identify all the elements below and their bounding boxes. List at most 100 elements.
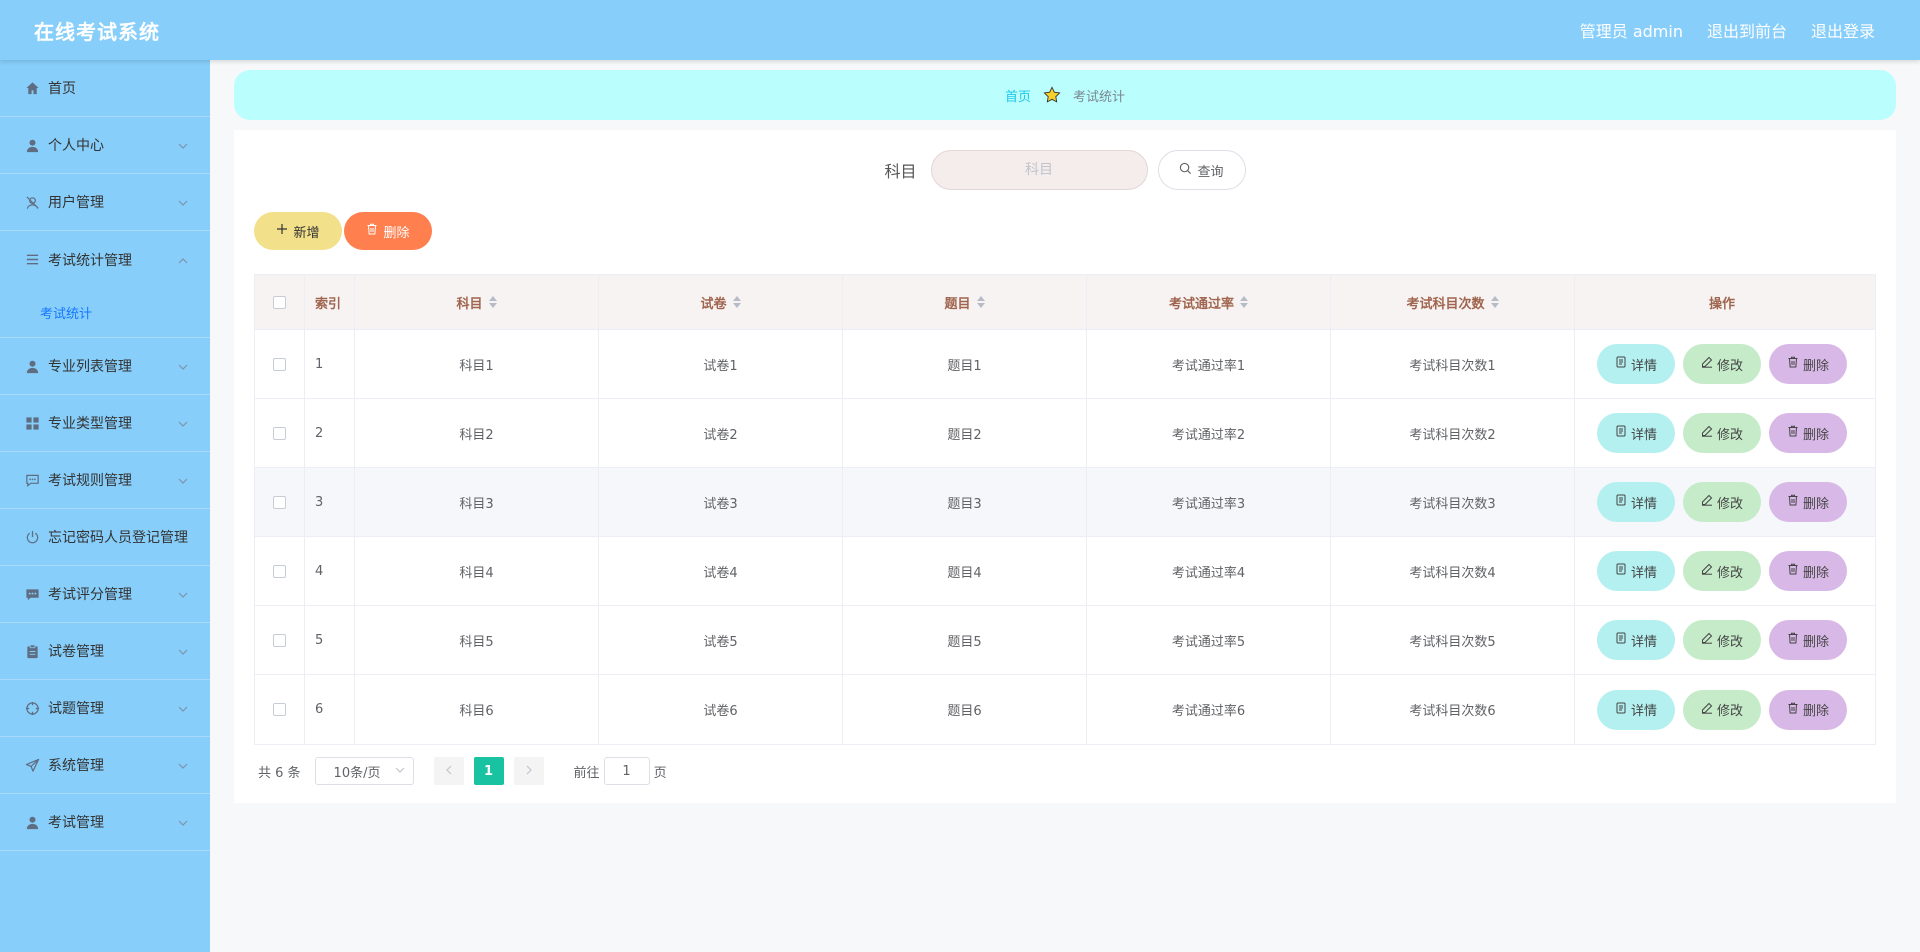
sidebar-item-home[interactable]: 首页 bbox=[0, 60, 210, 117]
row-checkbox[interactable] bbox=[273, 633, 286, 647]
edit-button[interactable]: 修改 bbox=[1683, 551, 1761, 591]
header-subject[interactable]: 科目 bbox=[355, 275, 599, 329]
cell-paper: 试卷5 bbox=[599, 606, 843, 674]
remove-label: 删除 bbox=[1802, 565, 1829, 581]
sidebar-item-major-type[interactable]: 专业类型管理 bbox=[0, 395, 210, 452]
trash-icon bbox=[1787, 494, 1799, 510]
sidebar-item-personal-center[interactable]: 个人中心 bbox=[0, 117, 210, 174]
cell-question: 题目2 bbox=[843, 399, 1087, 467]
message-icon bbox=[24, 586, 40, 602]
exit-to-front-link[interactable]: 退出到前台 bbox=[1707, 18, 1787, 42]
row-checkbox[interactable] bbox=[273, 426, 286, 440]
query-button[interactable]: 查询 bbox=[1157, 150, 1246, 190]
remove-button[interactable]: 删除 bbox=[1769, 344, 1847, 384]
edit-button[interactable]: 修改 bbox=[1683, 413, 1761, 453]
grid-icon bbox=[24, 415, 40, 431]
menu-icon bbox=[24, 252, 40, 268]
sidebar-item-exam-scoring[interactable]: 考试评分管理 bbox=[0, 566, 210, 623]
table-row: 5 科目5 试卷5 题目5 考试通过率5 考试科目次数5 详情 修改 删除 bbox=[255, 606, 1875, 675]
sidebar-item-exam-management[interactable]: 考试管理 bbox=[0, 794, 210, 851]
sidebar-item-forgot-password[interactable]: 忘记密码人员登记管理 bbox=[0, 509, 210, 566]
add-button-label: 新增 bbox=[293, 225, 320, 241]
trash-icon bbox=[1787, 425, 1799, 441]
cell-paper: 试卷6 bbox=[599, 675, 843, 744]
sidebar-item-label: 考试规则管理 bbox=[48, 473, 132, 489]
remove-button[interactable]: 删除 bbox=[1769, 482, 1847, 522]
sidebar-subitem-exam-stat[interactable]: 考试统计 bbox=[0, 288, 210, 338]
header-question[interactable]: 题目 bbox=[843, 275, 1087, 329]
remove-button[interactable]: 删除 bbox=[1769, 689, 1847, 730]
sort-icon[interactable] bbox=[976, 296, 985, 308]
prev-page-button[interactable] bbox=[433, 757, 464, 785]
detail-button[interactable]: 详情 bbox=[1597, 413, 1675, 453]
row-index: 2 bbox=[305, 399, 355, 467]
chevron-down-icon bbox=[178, 645, 188, 655]
row-checkbox-cell bbox=[255, 675, 305, 744]
breadcrumb-home-link[interactable]: 首页 bbox=[1005, 86, 1031, 105]
page-number-1[interactable]: 1 bbox=[473, 757, 504, 785]
row-checkbox[interactable] bbox=[273, 564, 286, 578]
detail-button[interactable]: 详情 bbox=[1597, 689, 1675, 730]
sidebar-item-question-management[interactable]: 试题管理 bbox=[0, 680, 210, 737]
goto-page-input[interactable] bbox=[603, 757, 650, 785]
sort-icon[interactable] bbox=[488, 296, 497, 308]
detail-button[interactable]: 详情 bbox=[1597, 482, 1675, 522]
row-checkbox-cell bbox=[255, 537, 305, 605]
header-index: 索引 bbox=[305, 275, 355, 329]
remove-label: 删除 bbox=[1802, 358, 1829, 374]
row-checkbox[interactable] bbox=[273, 357, 286, 371]
chevron-down-icon bbox=[178, 702, 188, 712]
sort-icon[interactable] bbox=[732, 296, 741, 308]
edit-button[interactable]: 修改 bbox=[1683, 689, 1761, 730]
trash-icon bbox=[1787, 356, 1799, 372]
row-checkbox-cell bbox=[255, 330, 305, 398]
remove-button[interactable]: 删除 bbox=[1769, 413, 1847, 453]
goto-suffix: 页 bbox=[653, 765, 667, 781]
sidebar-item-exam-stat-management[interactable]: 考试统计管理 bbox=[0, 231, 210, 288]
row-checkbox[interactable] bbox=[273, 495, 286, 509]
row-checkbox[interactable] bbox=[273, 703, 286, 716]
header-paper[interactable]: 试卷 bbox=[599, 275, 843, 329]
chevron-down-icon bbox=[178, 759, 188, 769]
detail-button[interactable]: 详情 bbox=[1597, 620, 1675, 660]
cell-subject: 科目1 bbox=[355, 330, 599, 398]
header-pass-rate[interactable]: 考试通过率 bbox=[1087, 275, 1331, 329]
edit-button[interactable]: 修改 bbox=[1683, 620, 1761, 660]
cell-question: 题目4 bbox=[843, 537, 1087, 605]
sidebar-item-system-management[interactable]: 系统管理 bbox=[0, 737, 210, 794]
cell-pass-rate: 考试通过率5 bbox=[1087, 606, 1331, 674]
batch-delete-button[interactable]: 删除 bbox=[344, 212, 432, 250]
remove-button[interactable]: 删除 bbox=[1769, 620, 1847, 660]
detail-button[interactable]: 详情 bbox=[1597, 551, 1675, 591]
sidebar-item-user-management[interactable]: 用户管理 bbox=[0, 174, 210, 231]
table-row: 2 科目2 试卷2 题目2 考试通过率2 考试科目次数2 详情 修改 删除 bbox=[255, 399, 1875, 468]
cell-paper: 试卷1 bbox=[599, 330, 843, 398]
sidebar-item-major-list[interactable]: 专业列表管理 bbox=[0, 338, 210, 395]
cell-pass-rate: 考试通过率3 bbox=[1087, 468, 1331, 536]
next-page-button[interactable] bbox=[513, 757, 544, 785]
crosshair-icon bbox=[24, 700, 40, 716]
cell-subject: 科目3 bbox=[355, 468, 599, 536]
cell-count: 考试科目次数4 bbox=[1331, 537, 1575, 605]
edit-button[interactable]: 修改 bbox=[1683, 482, 1761, 522]
page-size-select[interactable]: 10条/页 bbox=[314, 757, 414, 785]
select-all-checkbox[interactable] bbox=[273, 295, 286, 309]
sort-icon[interactable] bbox=[1240, 296, 1248, 308]
query-button-label: 查询 bbox=[1197, 163, 1224, 179]
header-count[interactable]: 考试科目次数 bbox=[1331, 275, 1575, 329]
sidebar-item-paper-management[interactable]: 试卷管理 bbox=[0, 623, 210, 680]
cell-subject: 科目4 bbox=[355, 537, 599, 605]
send-icon bbox=[24, 757, 40, 773]
chevron-down-icon bbox=[395, 764, 405, 779]
home-icon bbox=[24, 80, 40, 96]
edit-button[interactable]: 修改 bbox=[1683, 344, 1761, 384]
logout-link[interactable]: 退出登录 bbox=[1811, 18, 1875, 42]
sidebar-item-exam-rules[interactable]: 考试规则管理 bbox=[0, 452, 210, 509]
sort-icon[interactable] bbox=[1490, 296, 1499, 308]
toolbar: 新增 删除 bbox=[254, 212, 432, 250]
edit-label: 修改 bbox=[1716, 634, 1743, 650]
add-button[interactable]: 新增 bbox=[254, 212, 342, 250]
detail-button[interactable]: 详情 bbox=[1597, 344, 1675, 384]
subject-search-input[interactable] bbox=[930, 150, 1148, 190]
remove-button[interactable]: 删除 bbox=[1769, 551, 1847, 591]
